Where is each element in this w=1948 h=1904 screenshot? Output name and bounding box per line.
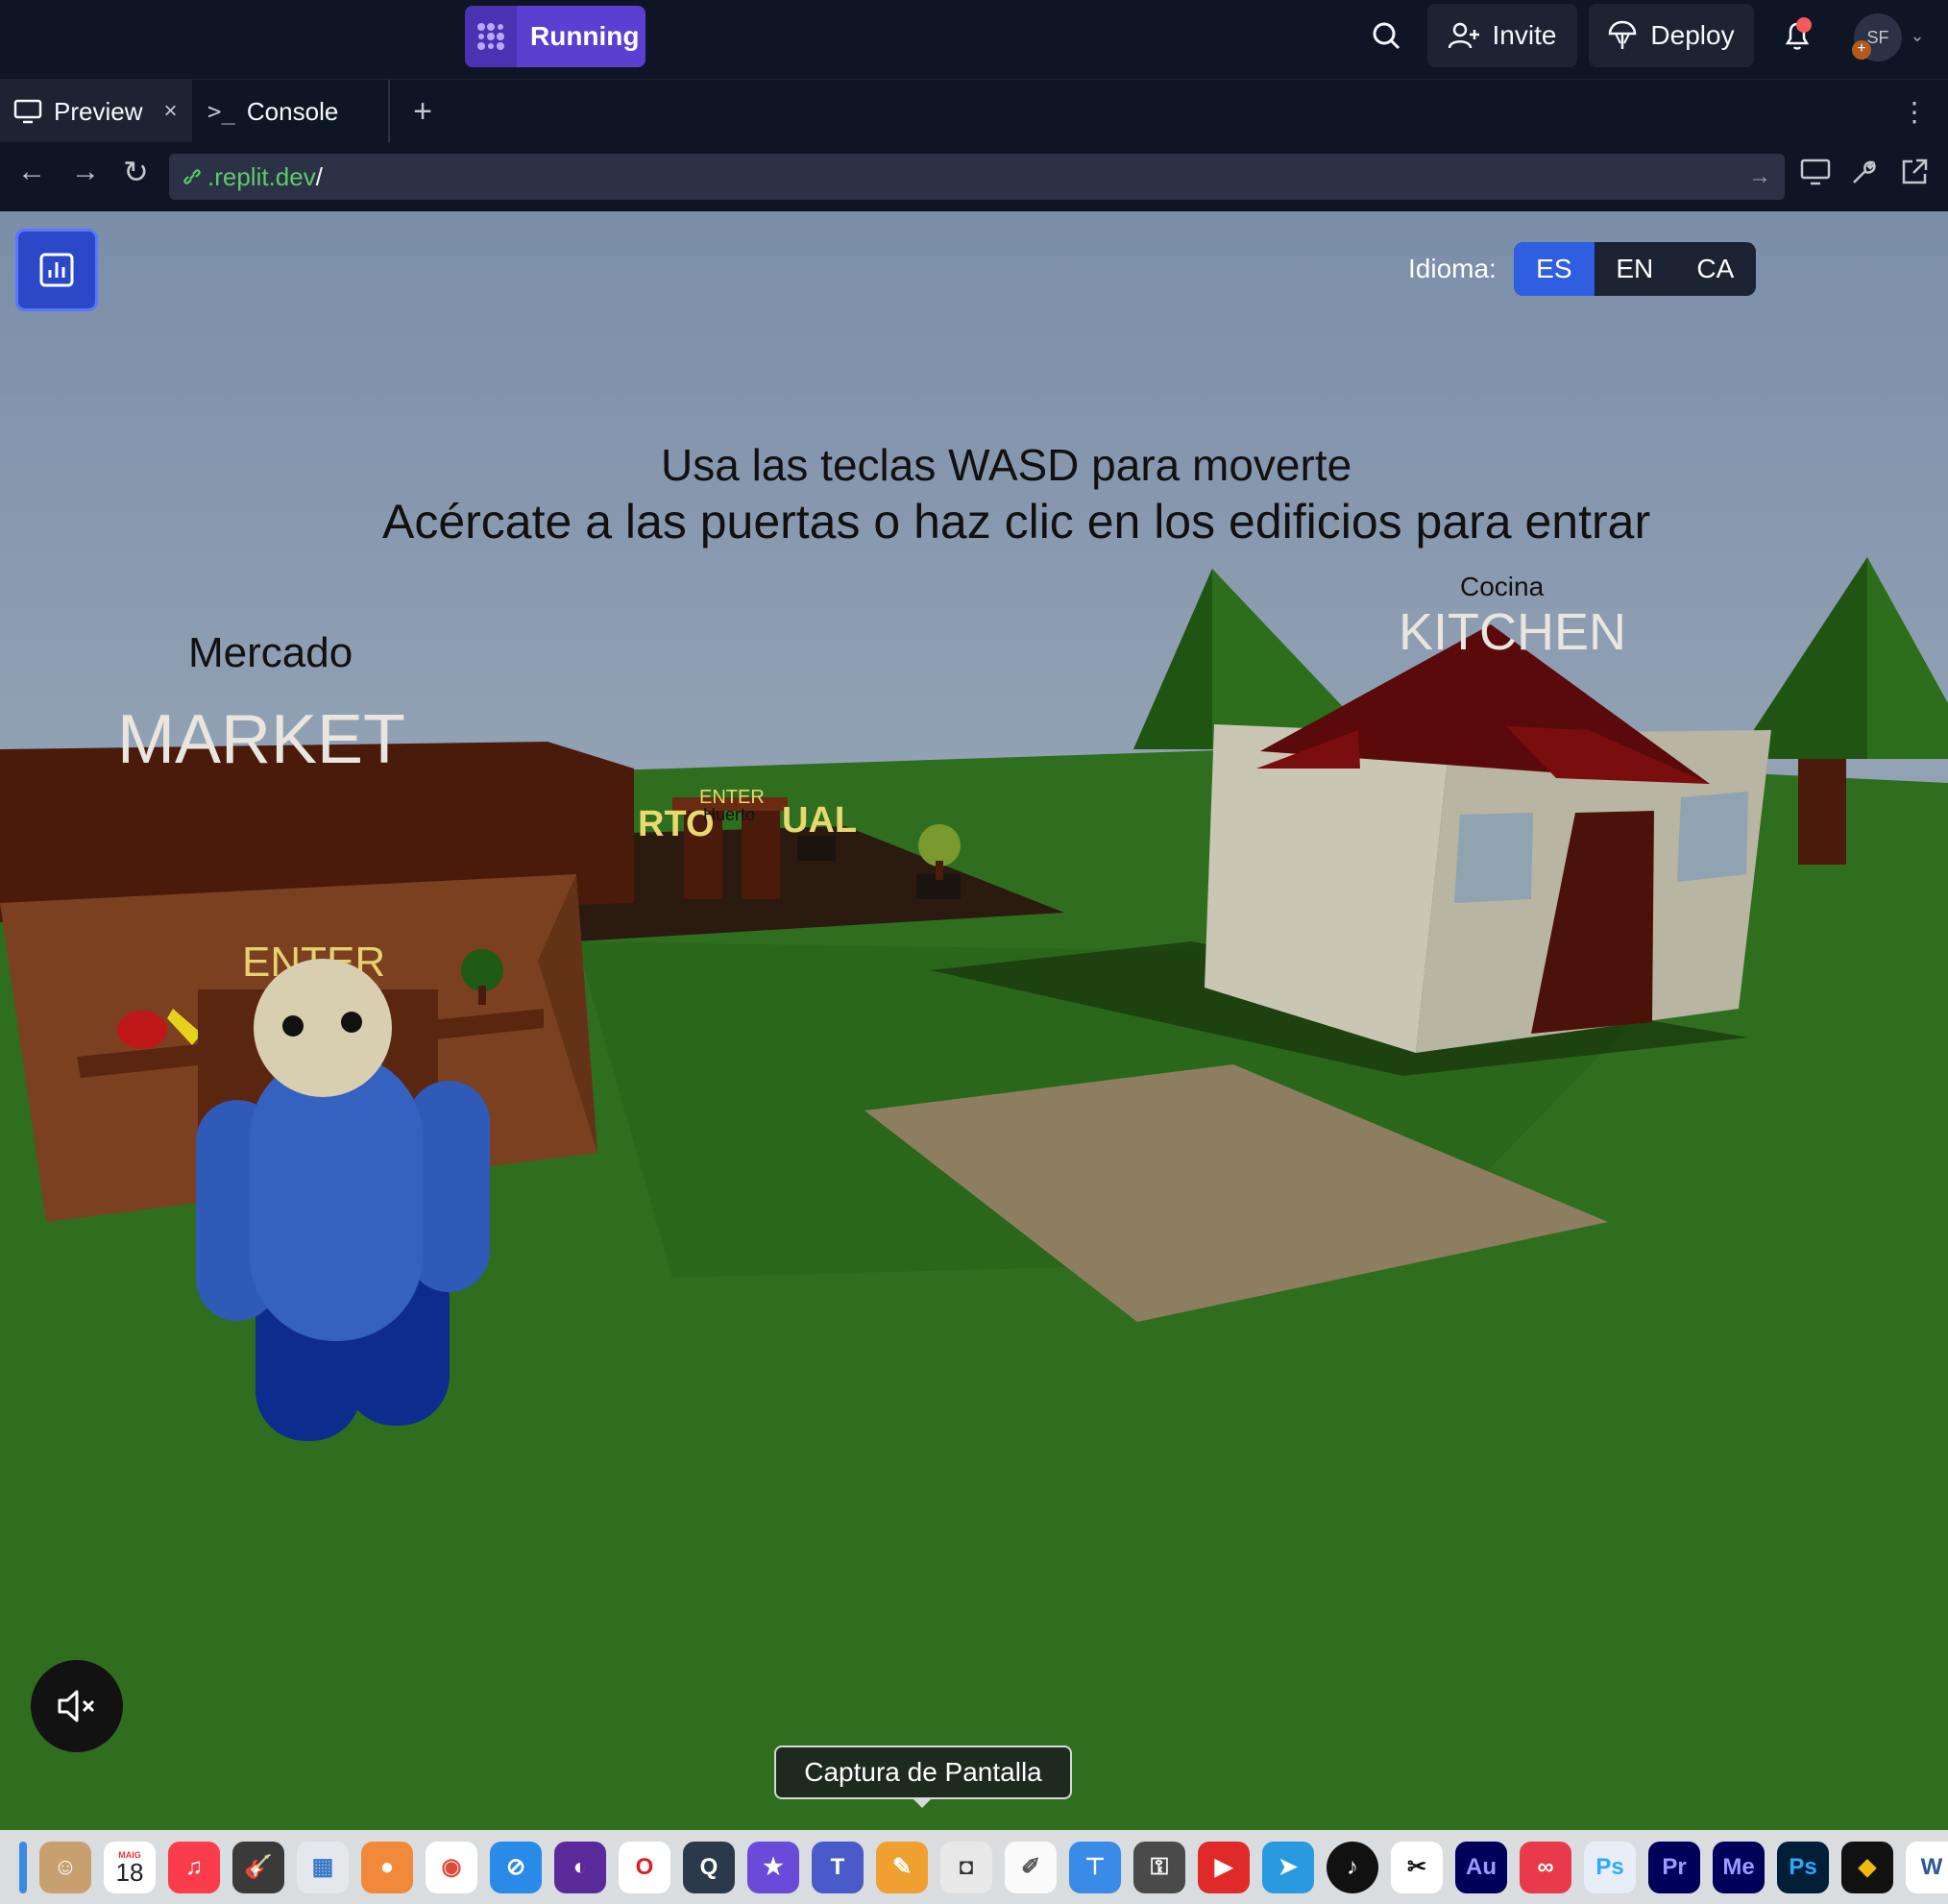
language-button-es[interactable]: ES (1513, 242, 1595, 296)
devtools-wrench-icon[interactable] (1850, 158, 1879, 194)
invite-label: Invite (1492, 20, 1557, 50)
chrome-icon[interactable]: ◉ (426, 1841, 477, 1893)
imovie-icon[interactable]: ★ (747, 1841, 799, 1893)
top-bar: Running Invite Deploy SF + ⌄ (0, 0, 1948, 77)
kitchen-label: KITCHEN (1399, 603, 1626, 661)
terminal-icon: >_ (207, 98, 235, 125)
tab-divider (388, 80, 390, 143)
textedit-icon[interactable]: ✐ (1005, 1841, 1057, 1893)
calendar-icon[interactable]: MAIG 18 (104, 1841, 156, 1893)
preview-icon[interactable]: ▦ (297, 1841, 349, 1893)
keychain-icon[interactable]: ⚿ (1133, 1841, 1185, 1893)
media-encoder-icon[interactable]: Me (1713, 1841, 1765, 1893)
dock-tooltip: Captura de Pantalla (774, 1745, 1072, 1799)
language-button-ca[interactable]: CA (1675, 242, 1756, 296)
market-label: MARKET (117, 701, 405, 778)
search-icon (1373, 22, 1400, 50)
capcut-icon[interactable]: ✂ (1391, 1841, 1443, 1893)
url-host: .replit.dev (207, 161, 316, 191)
teams-icon[interactable]: T (812, 1841, 864, 1893)
search-button[interactable] (1362, 4, 1410, 67)
reload-button[interactable]: ↻ (123, 154, 149, 190)
language-button-en[interactable]: EN (1595, 242, 1675, 296)
screenshot-icon[interactable]: ◘ (940, 1841, 992, 1893)
invite-button[interactable]: Invite (1427, 4, 1577, 67)
plus-icon: + (413, 92, 432, 130)
tab-preview-label: Preview (54, 96, 143, 126)
notifications-button[interactable] (1773, 4, 1821, 67)
back-button[interactable]: ← (17, 156, 46, 188)
keynote-icon[interactable]: ⊤ (1069, 1841, 1121, 1893)
pages-icon[interactable]: ✎ (876, 1841, 928, 1893)
binance-icon[interactable]: ◆ (1841, 1841, 1893, 1893)
avatar-status-badge: + (1852, 40, 1871, 60)
more-vertical-icon: ⋮ (1901, 96, 1928, 127)
url-bar: ← → ↻ .replit.dev / → (0, 142, 1948, 211)
language-label: Idioma: (1408, 254, 1497, 283)
audition-icon[interactable]: Au (1455, 1841, 1507, 1893)
macos-dock: ☺ MAIG 18 ♫ 🎸 ▦ ● ◉ ⊘ ◐ O Q ★ T ✎ ◘ ✐ ⊤ … (0, 1830, 1948, 1904)
deploy-label: Deploy (1650, 20, 1735, 50)
finder-icon[interactable] (19, 1841, 27, 1893)
deploy-button[interactable]: Deploy (1589, 4, 1754, 67)
tab-options-button[interactable]: ⋮ (1900, 80, 1929, 143)
url-path: / (315, 161, 323, 191)
open-new-window-icon[interactable] (1900, 158, 1929, 194)
kitchen-label-es: Cocina (1460, 572, 1545, 601)
instruction-line-2: Acércate a las puertas o haz clic en los… (382, 495, 1650, 549)
go-arrow-icon[interactable]: → (1748, 163, 1771, 190)
photoshop-icon[interactable]: Ps (1584, 1841, 1636, 1893)
photoshop-2-icon[interactable]: Ps (1777, 1841, 1829, 1893)
run-button-label: Running (530, 21, 640, 51)
stats-button[interactable] (15, 229, 98, 311)
creative-cloud-icon[interactable]: ∞ (1520, 1841, 1571, 1893)
word-icon[interactable]: W (1906, 1841, 1948, 1893)
garageband-icon[interactable]: 🎸 (232, 1841, 284, 1893)
pdf-icon[interactable]: ▶ (1198, 1841, 1250, 1893)
calendar-day: 18 (115, 1857, 144, 1887)
garden-label-es: Huerto (703, 805, 755, 824)
tab-preview[interactable]: Preview × (0, 80, 192, 143)
add-user-icon (1448, 22, 1479, 49)
tab-bar: Preview × >_ Console + ⋮ (0, 79, 1948, 143)
run-status-icon (465, 6, 517, 67)
close-icon[interactable]: × (163, 98, 177, 125)
quicktime-icon[interactable]: Q (683, 1841, 735, 1893)
deploy-icon (1609, 20, 1637, 49)
device-preview-icon[interactable] (1800, 158, 1831, 194)
game-viewport[interactable]: RTO UAL ENTER Huerto Cocina KITCHEN Merc… (0, 211, 1948, 1830)
monitor-icon (13, 99, 42, 124)
run-button[interactable]: Running (465, 6, 645, 67)
link-icon (183, 169, 201, 184)
language-button-group: ES EN CA (1513, 242, 1756, 296)
tiktok-icon[interactable]: ♪ (1327, 1841, 1378, 1893)
contacts-icon[interactable]: ☺ (39, 1841, 91, 1893)
premiere-icon[interactable]: Pr (1648, 1841, 1700, 1893)
garden-sign-right: UAL (782, 800, 857, 841)
safari-icon[interactable]: ⊘ (490, 1841, 542, 1893)
tab-console[interactable]: >_ Console (202, 80, 384, 143)
tooltip-pointer (913, 1798, 932, 1808)
notification-badge (1796, 17, 1812, 33)
mute-button[interactable] (31, 1660, 123, 1752)
facetime-icon[interactable]: ● (361, 1841, 413, 1893)
game-scene[interactable]: RTO UAL ENTER Huerto Cocina KITCHEN Merc… (0, 211, 1948, 1830)
forward-button[interactable]: → (71, 156, 100, 188)
instruction-line-1: Usa las teclas WASD para moverte (661, 440, 1351, 490)
market-label-es: Mercado (188, 629, 353, 676)
account-menu-chevron-icon[interactable]: ⌄ (1904, 4, 1931, 67)
tab-console-label: Console (246, 96, 339, 126)
speaker-muted-icon (58, 1690, 95, 1722)
bar-chart-icon (39, 253, 74, 287)
music-icon[interactable]: ♫ (168, 1841, 220, 1893)
opera-icon[interactable]: O (619, 1841, 670, 1893)
tor-icon[interactable]: ◐ (554, 1841, 606, 1893)
telegram-icon[interactable]: ➤ (1262, 1841, 1314, 1893)
language-selector: Idioma: ES EN CA (1408, 242, 1756, 296)
url-input[interactable]: .replit.dev / → (169, 154, 1785, 200)
new-tab-button[interactable]: + (403, 80, 442, 143)
